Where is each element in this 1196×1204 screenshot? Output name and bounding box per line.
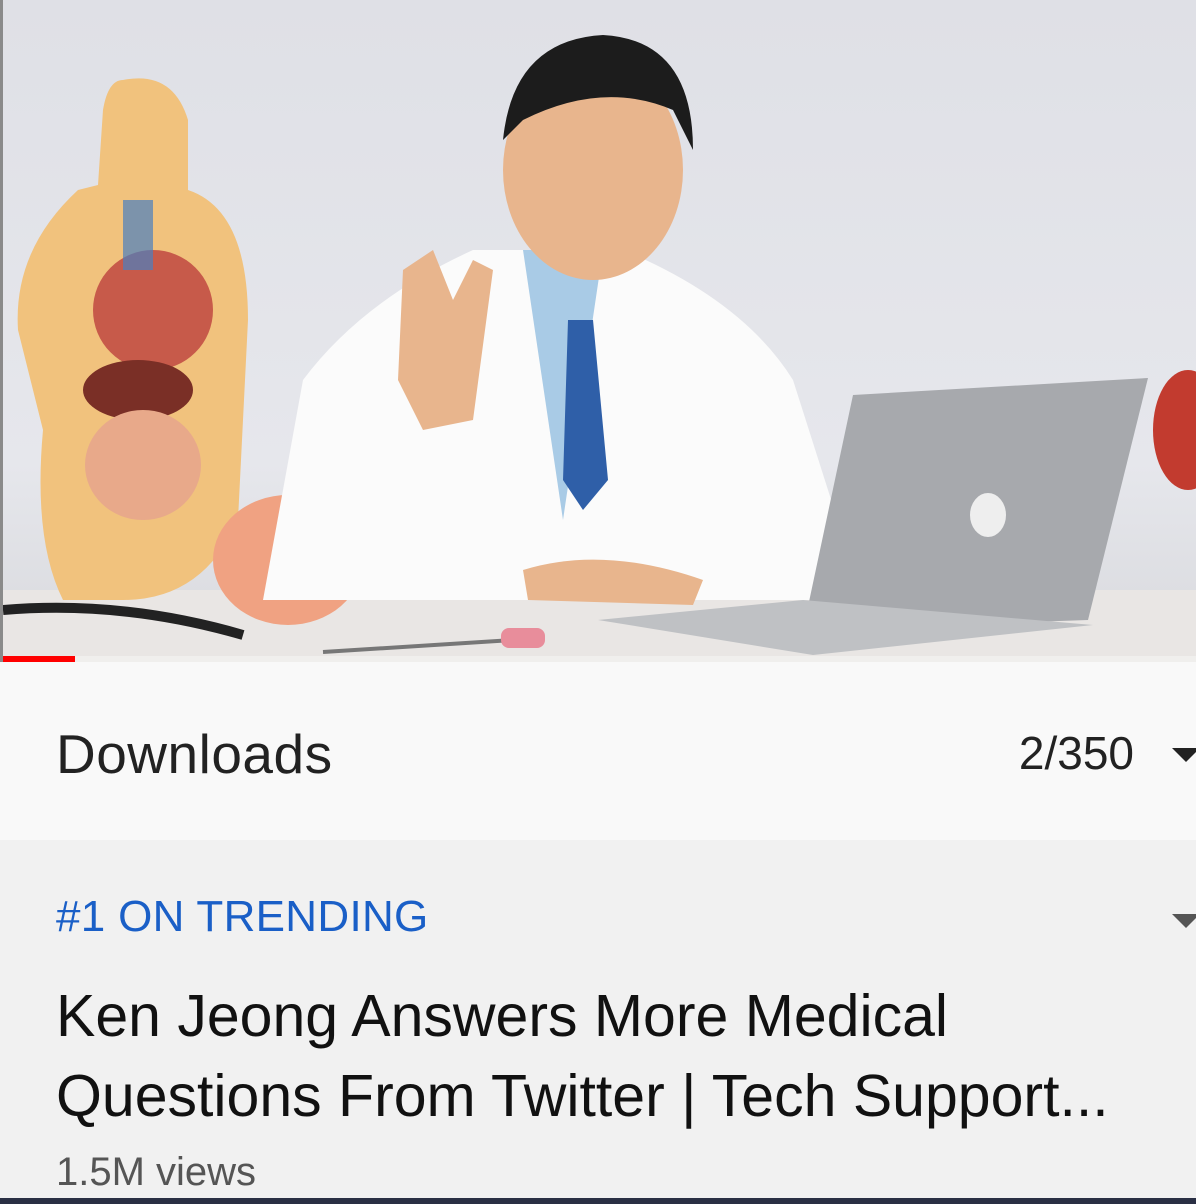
playlist-header[interactable]: Downloads 2/350 [0, 662, 1196, 840]
trending-badge[interactable]: #1 ON TRENDING [56, 892, 429, 942]
chevron-down-icon[interactable] [1172, 914, 1196, 928]
playlist-title: Downloads [56, 723, 333, 785]
next-item-preview-edge [0, 1198, 1196, 1204]
video-title-line2: Questions From Twitter | Tech Support... [56, 1063, 1109, 1129]
video-player[interactable] [0, 0, 1196, 662]
video-title-line1: Ken Jeong Answers More Medical [56, 983, 949, 1049]
playlist-position: 2/350 [1018, 727, 1134, 779]
video-frame-illustration [3, 35, 1196, 662]
view-count: 1.5M views [56, 1150, 257, 1194]
video-details: #1 ON TRENDING Ken Jeong Answers More Me… [0, 840, 1196, 1204]
presenter-illustration [263, 35, 863, 605]
heart-model-illustration [1153, 370, 1196, 490]
chevron-down-icon[interactable] [1172, 748, 1196, 762]
anatomy-model-illustration [17, 78, 249, 601]
video-title: Ken Jeong Answers More Medical Questions… [56, 976, 1136, 1136]
